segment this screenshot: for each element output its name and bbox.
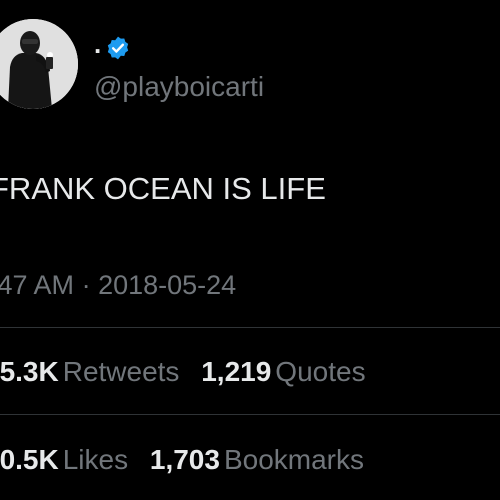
tweet-date[interactable]: 2018-05-24 xyxy=(98,270,236,300)
author-handle[interactable]: @playboicarti xyxy=(94,70,264,104)
bookmarks-count: 1,703 xyxy=(149,444,220,475)
verified-badge-icon xyxy=(105,35,131,61)
quotes-label: Quotes xyxy=(275,356,366,387)
quotes-stat[interactable]: 1,219 Quotes xyxy=(201,355,365,389)
divider xyxy=(0,414,500,415)
retweets-label: Retweets xyxy=(62,356,180,387)
tweet-text: FRANK OCEAN IS LIFE xyxy=(0,171,326,206)
likes-label: Likes xyxy=(62,444,129,475)
retweets-count: 35.3K xyxy=(0,356,59,387)
retweets-stat[interactable]: 35.3KRetweets xyxy=(0,355,179,389)
bookmarks-label: Bookmarks xyxy=(223,444,364,475)
likes-count: 00.5K xyxy=(0,444,59,475)
quotes-count: 1,219 xyxy=(201,356,272,387)
profile-photo xyxy=(0,19,78,109)
likes-stat[interactable]: 00.5KLikes xyxy=(0,443,128,477)
author-name-row[interactable]: . xyxy=(94,31,131,63)
tweet-timestamp: :47 AM · 2018-05-24 xyxy=(0,268,236,302)
timestamp-separator: · xyxy=(81,270,91,300)
divider xyxy=(0,327,500,328)
engagement-stats-row-1: 35.3KRetweets 1,219Quotes xyxy=(0,355,380,389)
avatar[interactable] xyxy=(0,19,78,109)
display-name[interactable]: . xyxy=(94,31,101,57)
bookmarks-stat[interactable]: 1,703 Bookmarks xyxy=(150,443,364,477)
engagement-stats-row-2: 00.5KLikes 1,703Bookmarks xyxy=(0,443,378,477)
tweet-time[interactable]: :47 AM xyxy=(0,270,74,300)
